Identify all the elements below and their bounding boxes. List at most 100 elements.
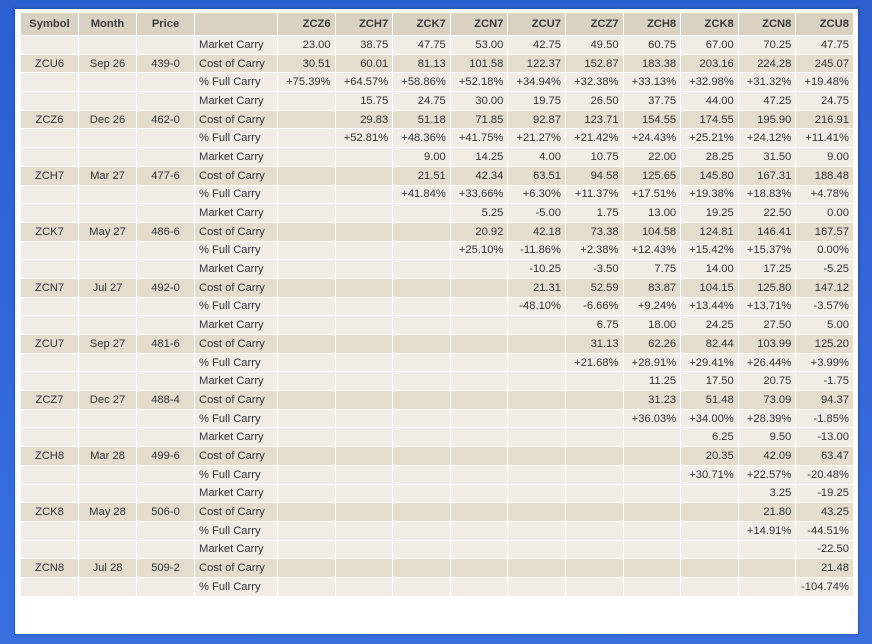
carry-table: Symbol Month Price ZCZ6 ZCH7 ZCK7 ZCN7 ZCU7 Z… bbox=[20, 12, 854, 597]
row-label-pct: % Full Carry bbox=[194, 240, 278, 261]
price-cell bbox=[136, 371, 195, 392]
column-header-contract[interactable]: ZCH7 bbox=[334, 12, 394, 36]
month-cell bbox=[78, 408, 137, 429]
cost-value-cell bbox=[392, 502, 451, 522]
month-cell bbox=[78, 520, 137, 541]
pct-value-cell: +19.38% bbox=[680, 184, 739, 205]
cost-value-cell bbox=[737, 558, 797, 578]
cost-value-cell: 20.92 bbox=[449, 221, 509, 242]
pct-value-cell bbox=[392, 352, 451, 373]
table-row: ZCZ7 Dec 27 488-4 Cost of Carry 31.23 51.48 73… bbox=[20, 390, 854, 410]
market-value-cell: 5.25 bbox=[449, 203, 509, 223]
cost-value-cell bbox=[507, 390, 566, 410]
cost-value-cell bbox=[334, 502, 394, 522]
cost-value-cell: 146.41 bbox=[737, 221, 797, 242]
column-header-contract[interactable]: ZCU8 bbox=[795, 12, 854, 36]
price-cell: 477-6 bbox=[136, 165, 195, 186]
market-value-cell: 1.75 bbox=[564, 203, 624, 223]
price-cell: 506-0 bbox=[136, 502, 195, 522]
cost-value-cell bbox=[449, 446, 509, 466]
cost-value-cell bbox=[449, 558, 509, 578]
cost-value-cell: 123.71 bbox=[564, 109, 624, 130]
month-cell bbox=[78, 296, 137, 317]
market-value-cell bbox=[507, 539, 566, 560]
month-cell bbox=[78, 539, 137, 560]
column-header-price[interactable]: Price bbox=[136, 12, 195, 36]
table-body: Market Carry 23.00 38.75 47.75 53.00 42.75 49.… bbox=[20, 35, 854, 597]
cost-value-cell bbox=[392, 334, 451, 354]
pct-value-cell: +24.12% bbox=[737, 128, 797, 149]
table-row: ZCN7 Jul 27 492-0 Cost of Carry 21.31 52.59 83… bbox=[20, 277, 854, 298]
pct-value-cell: +6.30% bbox=[507, 184, 566, 205]
market-value-cell: 47.75 bbox=[392, 35, 451, 55]
price-cell bbox=[136, 296, 195, 317]
cost-value-cell: 101.58 bbox=[449, 53, 509, 74]
column-header-contract[interactable]: ZCN7 bbox=[449, 12, 509, 36]
table-row: Market Carry 9.00 14.25 4.00 10.75 22.00 28.25… bbox=[20, 147, 854, 167]
column-header-contract[interactable]: ZCH8 bbox=[622, 12, 682, 36]
pct-value-cell: -11.86% bbox=[507, 240, 566, 261]
market-value-cell bbox=[277, 203, 336, 223]
month-cell bbox=[78, 352, 137, 373]
symbol-cell bbox=[20, 539, 79, 560]
pct-value-cell: +26.44% bbox=[737, 352, 797, 373]
pct-value-cell bbox=[680, 576, 739, 597]
pct-value-cell bbox=[392, 408, 451, 429]
column-header-contract[interactable]: ZCK8 bbox=[680, 12, 739, 36]
pct-value-cell: +25.10% bbox=[449, 240, 509, 261]
price-cell: 462-0 bbox=[136, 109, 195, 130]
pct-value-cell: +14.91% bbox=[737, 520, 797, 541]
table-row: ZCU6 Sep 26 439-0 Cost of Carry 30.51 60.01 81… bbox=[20, 53, 854, 74]
cost-value-cell: 122.37 bbox=[507, 53, 566, 74]
cost-value-cell: 92.87 bbox=[507, 109, 566, 130]
cost-value-cell: 20.35 bbox=[680, 446, 739, 466]
row-label-market: Market Carry bbox=[194, 147, 278, 167]
table-row: ZCK8 May 28 506-0 Cost of Carry 21.80 43.25 bbox=[20, 502, 854, 522]
cost-value-cell: 124.81 bbox=[680, 221, 739, 242]
market-value-cell: 6.75 bbox=[564, 315, 624, 335]
column-header-contract[interactable]: ZCZ6 bbox=[277, 12, 336, 36]
market-value-cell: 11.25 bbox=[622, 371, 682, 392]
cost-value-cell bbox=[564, 502, 624, 522]
market-value-cell: 24.25 bbox=[680, 315, 739, 335]
pct-value-cell bbox=[277, 184, 336, 205]
column-header-month[interactable]: Month bbox=[78, 12, 137, 36]
month-cell bbox=[78, 240, 137, 261]
market-value-cell: 49.50 bbox=[564, 35, 624, 55]
symbol-cell bbox=[20, 296, 79, 317]
market-value-cell: -19.25 bbox=[795, 483, 854, 504]
market-value-cell: 30.00 bbox=[449, 91, 509, 111]
pct-value-cell bbox=[449, 296, 509, 317]
month-cell bbox=[78, 35, 137, 55]
market-value-cell: 14.00 bbox=[680, 259, 739, 279]
market-value-cell: 44.00 bbox=[680, 91, 739, 111]
row-label-cost: Cost of Carry bbox=[194, 53, 278, 74]
pct-value-cell bbox=[277, 520, 336, 541]
market-value-cell bbox=[392, 539, 451, 560]
column-header-contract[interactable]: ZCU7 bbox=[507, 12, 566, 36]
cost-value-cell: 83.87 bbox=[622, 277, 682, 298]
month-cell bbox=[78, 91, 137, 111]
price-cell bbox=[136, 147, 195, 167]
pct-value-cell: +32.38% bbox=[564, 72, 624, 93]
month-cell bbox=[78, 259, 137, 279]
market-value-cell bbox=[392, 315, 451, 335]
pct-value-cell: +17.51% bbox=[622, 184, 682, 205]
column-header-symbol[interactable]: Symbol bbox=[20, 12, 79, 36]
pct-value-cell: -48.10% bbox=[507, 296, 566, 317]
market-value-cell bbox=[392, 203, 451, 223]
pct-value-cell: +15.37% bbox=[737, 240, 797, 261]
market-value-cell: 3.25 bbox=[737, 483, 797, 504]
market-value-cell: 70.25 bbox=[737, 35, 797, 55]
price-cell: 481-6 bbox=[136, 334, 195, 354]
cost-value-cell: 167.31 bbox=[737, 165, 797, 186]
pct-value-cell: -3.57% bbox=[795, 296, 854, 317]
month-cell bbox=[78, 464, 137, 485]
column-header-contract[interactable]: ZCK7 bbox=[392, 12, 451, 36]
price-cell bbox=[136, 72, 195, 93]
pct-value-cell bbox=[334, 296, 394, 317]
column-header-contract[interactable]: ZCZ7 bbox=[564, 12, 624, 36]
symbol-cell bbox=[20, 576, 79, 597]
cost-value-cell: 103.99 bbox=[737, 334, 797, 354]
column-header-contract[interactable]: ZCN8 bbox=[737, 12, 797, 36]
